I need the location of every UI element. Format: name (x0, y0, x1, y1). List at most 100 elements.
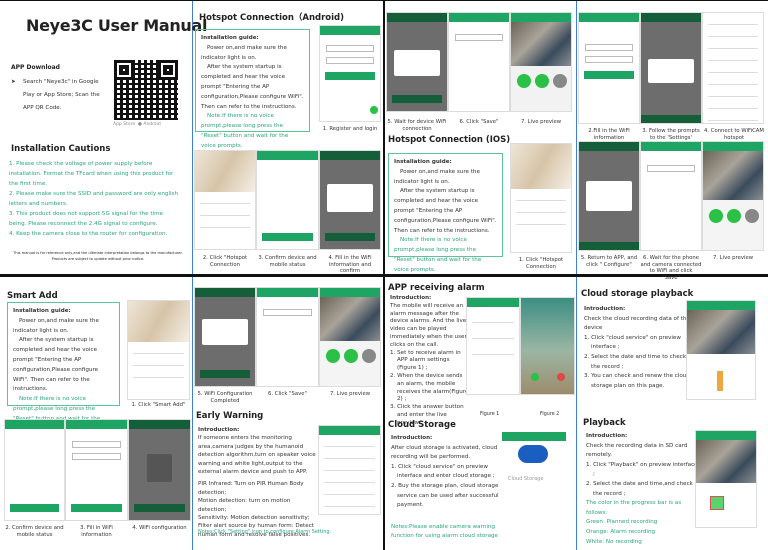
step-caption: 5. Wait for device WiFi connection (387, 119, 447, 132)
step-caption: 4. Fill in the WiFi information and conf… (328, 255, 372, 274)
step-caption: 1. Register and login (322, 126, 378, 132)
step-caption: 6. Wait for the phone and camera connect… (640, 255, 702, 281)
alarm-recording-bar (717, 371, 723, 391)
android-label: Android (143, 122, 161, 127)
app-screenshot (702, 12, 764, 124)
alarm-text: Introduction: The mobile will receive an… (390, 295, 470, 428)
figure-label: Figure 1 (480, 412, 500, 417)
app-screenshot (128, 419, 191, 521)
paragraph: After cloud storage is activated, cloud … (391, 444, 498, 461)
cloud-storage-label: Cloud Storage (508, 476, 544, 482)
app-screenshot (256, 287, 319, 387)
guide-text: After the system startup is completed an… (201, 64, 304, 110)
cloud-playback-title: Cloud storage playback (581, 289, 694, 299)
color-legend-green: Green: Planned recording (586, 519, 658, 526)
step-caption: 1. Click "Smart Add" (131, 402, 186, 408)
bullet-icon: ➤ (11, 79, 16, 85)
app-screenshot (640, 141, 702, 251)
guide-note: Note:If there is no voice prompt,please … (201, 113, 289, 149)
early-warning-title: Early Warning (196, 411, 264, 421)
app-screenshot (194, 150, 256, 250)
early-warning-text: Introduction: If someone enters the moni… (198, 426, 316, 539)
intro-label: Introduction: (198, 427, 240, 433)
cautions-list: 1. Please check the voltage of power sup… (9, 159, 181, 239)
android-icon: ● (138, 122, 142, 127)
app-screenshot (510, 143, 572, 253)
step-caption: 6. Click "Save" (268, 391, 307, 397)
installation-guide-box: Installation guide: Power on,and make su… (388, 153, 503, 273)
app-screenshot (578, 141, 640, 251)
disclaimer: This manual is for reference only,and th… (13, 251, 183, 261)
figure-label: Figure 2 (540, 412, 560, 417)
paragraph: Check the recording data in SD card remo… (586, 442, 688, 459)
alarm-settings-screenshot (466, 297, 520, 395)
ios-section-title: Hotspot Connection (IOS) (388, 135, 511, 145)
app-download-text: ➤ Search "Neye3c" in Google Play or App S… (11, 76, 106, 115)
installation-guide-box: Installation guide: Power on,and make su… (7, 302, 120, 432)
app-screenshot (510, 12, 572, 112)
app-screenshot (640, 12, 702, 124)
paragraph: Motion detection: turn on motion detecti… (198, 498, 291, 513)
app-screenshot (65, 419, 128, 521)
guide-text: After the system startup is completed an… (394, 188, 497, 234)
step-caption: 4. Connect to WiFiCAM hotspot (704, 128, 764, 141)
list-item: 1. Click "Playback" on preview interface… (586, 461, 698, 478)
caution-item: 2. Please make sure the SSID and passwor… (9, 191, 179, 207)
app-screenshot (448, 12, 510, 112)
playback-title: Playback (583, 418, 626, 428)
intro-label: Introduction: (390, 295, 432, 301)
incoming-call-screenshot (520, 297, 575, 395)
app-screenshot (319, 287, 381, 387)
caution-item: 3. This product does not support 5G sign… (9, 211, 163, 227)
step-caption: 2. Click "Hotspot Connection (202, 255, 248, 268)
list-item: 1. Set to receive alarm in APP alarm set… (390, 349, 461, 372)
paragraph: Check the cloud recording data of the de… (584, 315, 690, 332)
buy-cloud-storage-screenshot: Cloud Storage (502, 432, 566, 530)
cloud-playback-text: Introduction: Check the cloud recording … (584, 305, 694, 391)
app-screenshot (319, 25, 381, 122)
manual-title: Neye3C User Manual (26, 16, 208, 35)
list-item: 2. When the device sends an alarm, the m… (390, 372, 469, 403)
cloud-note: Notes:Please enable camera warning funct… (391, 523, 498, 540)
caution-item: 1. Please check the voltage of power sup… (9, 161, 174, 187)
list-item: 1. Click "cloud service" on preview inte… (391, 463, 495, 480)
list-item: 2. Select the date and time,and check th… (586, 480, 693, 497)
step-caption: 2. Confirm device and mobile status (5, 525, 64, 538)
app-screenshot (194, 287, 256, 387)
app-screenshot (318, 425, 381, 515)
color-legend-orange: Orange: Alarm recording (586, 528, 656, 535)
paragraph: PIR Infrared: Turn on PIR Human Body det… (198, 481, 304, 496)
cloud-playback-screenshot (686, 300, 756, 400)
guide-heading: Installation guide: (394, 159, 452, 165)
smart-add-title: Smart Add (7, 291, 58, 301)
android-section-title: Hotspot Connection（Android) (199, 13, 345, 23)
step-caption: 1. Click "Hotspot Connection (518, 257, 564, 270)
divider (0, 0, 768, 1)
cloud-storage-text: Introduction: After cloud storage is act… (391, 434, 503, 542)
qr-code[interactable] (114, 60, 178, 120)
step-caption: 7. Live preview (520, 119, 562, 125)
list-item: 1. Click "cloud service" on preview inte… (584, 334, 681, 351)
app-download-heading: APP Download (11, 64, 60, 71)
planned-recording-bar (710, 496, 724, 510)
cautions-heading: Installation Cautions (11, 144, 111, 154)
step-caption: 7. Live preview (329, 391, 371, 397)
playback-text: Introduction: Check the recording data i… (586, 432, 698, 547)
cloud-storage-title: Cloud Storage (388, 420, 456, 430)
guide-heading: Installation guide: (201, 35, 259, 41)
store-labels: App Store ● Android (113, 120, 161, 130)
list-item: 3. You can check and renew the cloud sto… (584, 373, 690, 389)
app-screenshot (256, 150, 319, 250)
cloud-icon (518, 445, 548, 463)
list-item: 2. Buy the storage plan, cloud storage s… (391, 482, 499, 509)
early-warning-note: Notes:Click "Setting" icon to configure … (198, 529, 332, 535)
download-instructions: Search "Neye3c" in Google Play or App St… (23, 79, 100, 111)
guide-text: Power on,and make sure the indicator lig… (394, 168, 480, 185)
app-screenshot (386, 12, 448, 112)
paragraph: If someone enters the monitoring area,ca… (198, 435, 316, 476)
list-item: 2. Select the date and time to check the… (584, 353, 686, 370)
step-caption: 3. Confirm device and mobile status (258, 255, 317, 268)
color-note: The color in the progress bar is as foll… (586, 500, 682, 516)
app-screenshot (4, 419, 65, 521)
caution-item: 4. Keep the camera close to the router f… (9, 231, 168, 237)
